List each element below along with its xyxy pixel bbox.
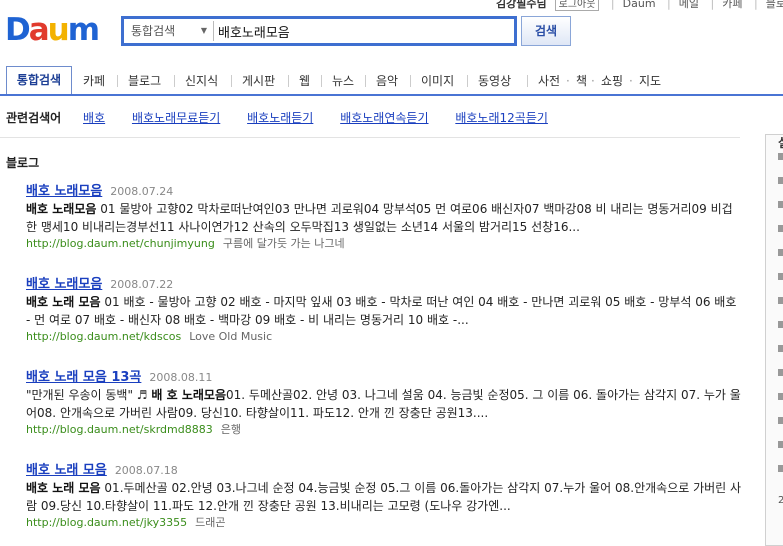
result-date: 2008.08.11: [149, 371, 213, 384]
divider: [231, 75, 232, 87]
result-title[interactable]: 배호 노래 모음: [26, 463, 107, 478]
related-link[interactable]: 배호노래무료듣기: [132, 111, 220, 125]
search-button[interactable]: 검색: [521, 16, 571, 46]
divider: [321, 75, 322, 87]
daum-logo[interactable]: Daum: [5, 12, 100, 48]
divider: [410, 75, 411, 87]
search-result: 배호 노래 모음 2008.07.18 배호 노래 모음 01.두메산골 02.안…: [26, 459, 742, 531]
result-date: 2008.07.22: [110, 278, 174, 291]
divider: [174, 75, 175, 87]
rank-bullet: [778, 273, 783, 280]
cafe-link[interactable]: 카페: [722, 0, 742, 10]
chevron-down-icon: ▼: [200, 26, 207, 35]
related-link[interactable]: 배호: [83, 111, 105, 125]
result-title[interactable]: 배호 노래모음: [26, 184, 102, 199]
rank-bullet: [778, 369, 783, 376]
page-number[interactable]: 2: [778, 495, 783, 506]
divider: [0, 137, 740, 138]
tab-board[interactable]: 게시판: [242, 70, 275, 92]
rank-bullet: [778, 393, 783, 400]
search-result: 배호 노래모음 2008.07.24 배호 노래모음 01 물방아 고향02 막차…: [26, 180, 742, 252]
top-links: 김강필수님 로그아웃 | Daum | 메일 | 카페 | 블로그: [496, 0, 783, 11]
result-snippet: 배호 노래 모음 01 배호 - 물방아 고향 02 배호 - 마지막 잎새 0…: [26, 295, 737, 327]
tab-knowledge[interactable]: 신지식: [185, 70, 218, 92]
rank-bullet: [778, 153, 783, 160]
divider: [467, 75, 468, 87]
result-url[interactable]: http://blog.daum.net/skrdmd8883: [26, 423, 213, 436]
tab-music[interactable]: 음악: [376, 70, 398, 92]
right-panel-title: 실: [778, 134, 783, 151]
result-author[interactable]: 드래곤: [195, 516, 225, 529]
result-url[interactable]: http://blog.daum.net/kdscos: [26, 330, 181, 343]
blog-link[interactable]: 블로그: [766, 0, 783, 10]
result-snippet: 배호 노래 모음 01.두메산골 02.안녕 03.나그네 순정 04.능금빛 …: [26, 481, 742, 513]
search-category-select[interactable]: 통합검색 ▼: [126, 21, 214, 41]
result-author[interactable]: 은행: [221, 423, 241, 436]
result-date: 2008.07.18: [114, 464, 178, 477]
divider: [527, 75, 528, 87]
rank-bullet: [778, 345, 783, 352]
tab-bar: 통합검색 카페 블로그 신지식 게시판 웹 뉴스 음악 이미지 동영상 사전 ·…: [0, 66, 783, 96]
right-panel: 실 2: [765, 134, 783, 546]
result-title[interactable]: 배호 노래 모음 13곡: [26, 370, 141, 385]
tab-image[interactable]: 이미지: [421, 70, 454, 92]
related-link[interactable]: 배호노래12곡듣기: [455, 111, 548, 125]
related-link[interactable]: 배호노래듣기: [247, 111, 313, 125]
rank-bullet: [778, 441, 783, 448]
rank-bullet: [778, 201, 783, 208]
rank-bullet: [778, 321, 783, 328]
rank-bullet: [778, 465, 783, 472]
tab-blog[interactable]: 블로그: [128, 70, 161, 92]
dot-separator: ·: [591, 74, 595, 88]
tab-total-search[interactable]: 통합검색: [6, 66, 72, 94]
rank-bullet: [778, 177, 783, 184]
tab-video[interactable]: 동영상: [478, 70, 511, 92]
divider: |: [667, 0, 671, 10]
divider: |: [610, 0, 615, 10]
tab-map[interactable]: 지도: [639, 70, 661, 92]
result-title[interactable]: 배호 노래모음: [26, 277, 102, 292]
search-category-label: 통합검색: [131, 24, 176, 38]
rank-bullet: [778, 225, 783, 232]
logout-button[interactable]: 로그아웃: [554, 0, 600, 11]
search-input[interactable]: [218, 21, 508, 41]
divider: [288, 75, 289, 87]
result-author[interactable]: 구름에 달가듯 가는 나그네: [223, 237, 345, 250]
section-title: 블로그: [6, 156, 40, 170]
tab-web[interactable]: 웹: [299, 70, 310, 92]
related-label: 관련검색어: [6, 111, 62, 125]
result-snippet: "만개된 우송이 동백" ♬ 배 호 노래모음01. 두메산골02. 안녕 03…: [26, 388, 741, 420]
tab-news[interactable]: 뉴스: [332, 70, 354, 92]
search-result: 배호 노래모음 2008.07.22 배호 노래 모음 01 배호 - 물방아 고…: [26, 273, 742, 345]
user-name: 김강필수님: [496, 0, 547, 10]
search-result: 배호 노래 모음 13곡 2008.08.11 "만개된 우송이 동백" ♬ 배 …: [26, 366, 742, 438]
result-snippet: 배호 노래모음 01 물방아 고향02 막차로떠난여인03 만나면 괴로워04 …: [26, 202, 733, 234]
dot-separator: ·: [629, 74, 633, 88]
daum-link[interactable]: Daum: [623, 0, 656, 10]
related-link[interactable]: 배호노래연속듣기: [340, 111, 428, 125]
divider: [365, 75, 366, 87]
tab-cafe[interactable]: 카페: [83, 70, 105, 92]
related-searches: 관련검색어 배호 배호노래무료듣기 배호노래듣기 배호노래연속듣기 배호노래12…: [6, 109, 571, 126]
mail-link[interactable]: 메일: [679, 0, 699, 10]
divider: |: [710, 0, 715, 10]
search-box: 통합검색 ▼: [121, 16, 517, 46]
result-author[interactable]: Love Old Music: [189, 330, 272, 343]
tab-book[interactable]: 책: [576, 70, 587, 92]
tab-shopping[interactable]: 쇼핑: [601, 70, 623, 92]
result-date: 2008.07.24: [110, 185, 174, 198]
divider: [117, 75, 118, 87]
rank-bullet: [778, 249, 783, 256]
dot-separator: ·: [566, 74, 570, 88]
rank-bullet: [778, 417, 783, 424]
tab-dictionary[interactable]: 사전: [538, 70, 560, 92]
result-url[interactable]: http://blog.daum.net/jky3355: [26, 516, 187, 529]
rank-bullet: [778, 297, 783, 304]
result-url[interactable]: http://blog.daum.net/chunjimyung: [26, 237, 215, 250]
divider: |: [753, 0, 758, 10]
